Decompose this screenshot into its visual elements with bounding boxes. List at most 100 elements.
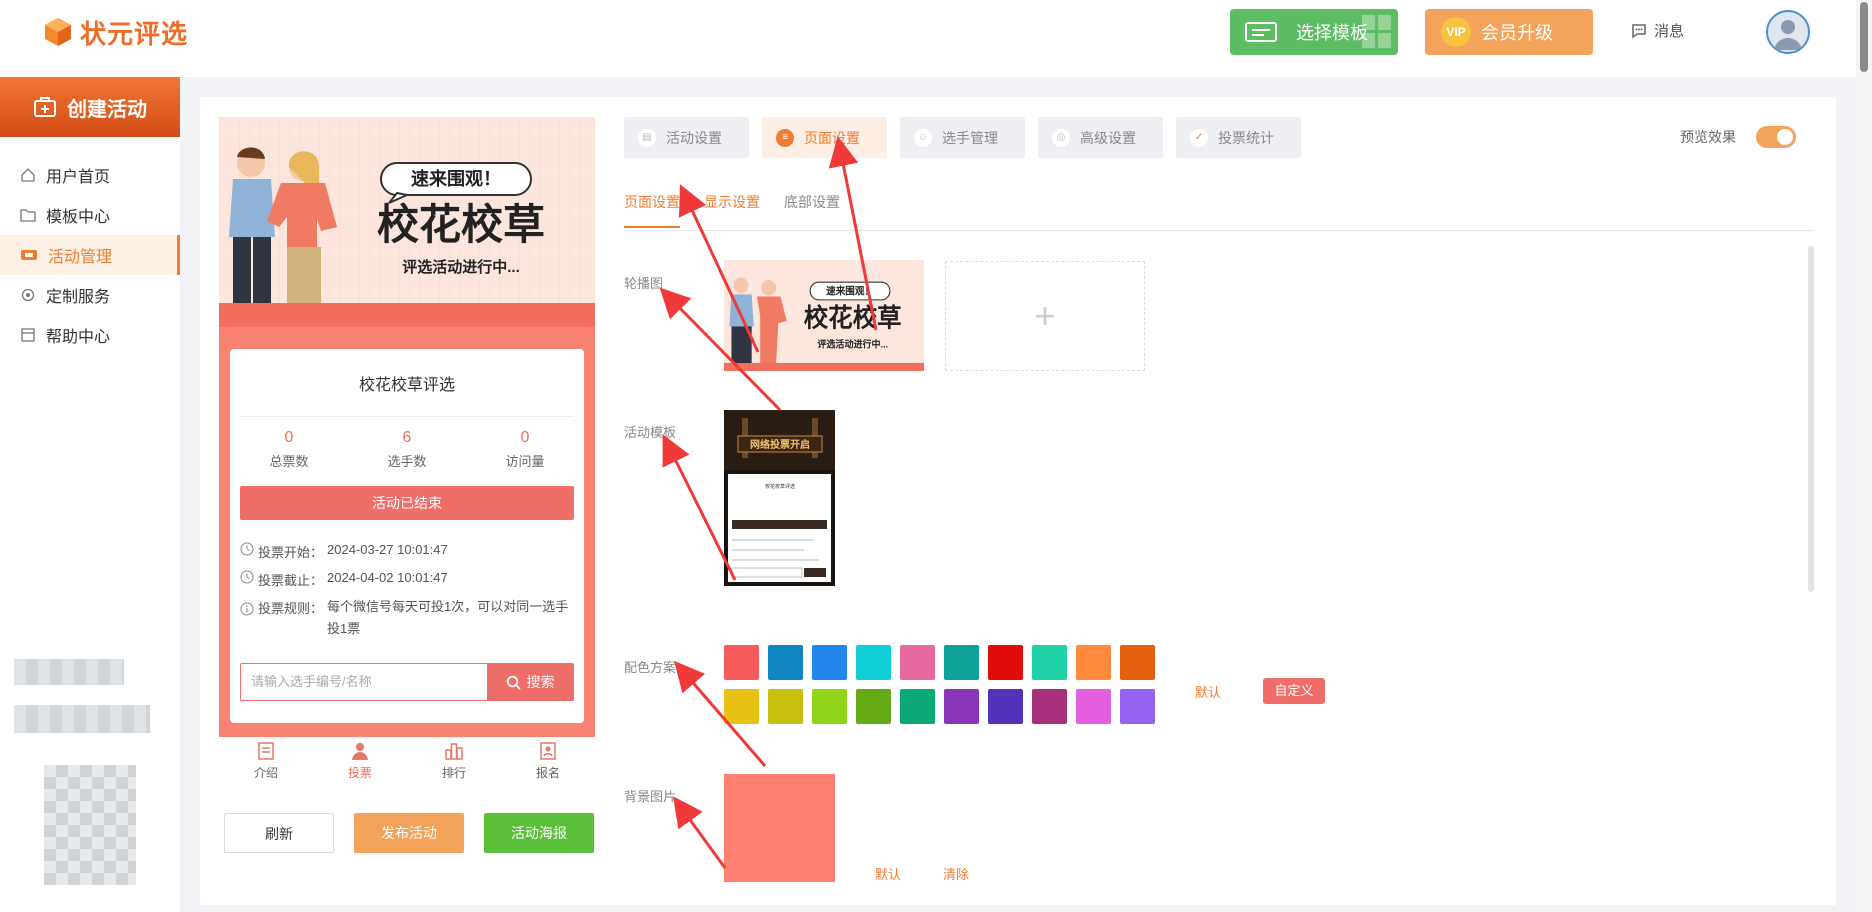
phone-tab-bar: 介绍 投票 排行 报名 [219,737,595,787]
stat-value: 0 [284,429,294,446]
color-swatch[interactable]: #10cfd6 [856,645,891,680]
create-activity-label: 创建活动 [67,98,147,121]
activity-status-banner: 活动已结束 [240,486,574,520]
subtab-footer-settings[interactable]: 底部设置 [784,192,840,228]
brand-logo[interactable]: 状元评选 [42,14,188,50]
color-swatch[interactable]: #f65b5b [724,645,759,680]
carousel-thumbnail[interactable]: 速来围观！ 校花校草 评选活动进行中... [724,260,924,371]
color-swatch[interactable]: #e35fe0 [1076,689,1111,724]
choose-template-button[interactable]: 选择模板 [1230,9,1398,55]
color-swatch[interactable]: #8b35b8 [944,689,979,724]
vip-upgrade-button[interactable]: VIP 会员升级 [1425,9,1593,55]
phone-tab-label: 投票 [347,766,372,780]
stats-row: 0 总票数 6 选手数 0 访问量 [230,429,584,470]
vip-badge-icon: VIP [1441,17,1471,47]
tab-advanced-settings[interactable]: ◎ 高级设置 [1038,117,1163,158]
background-image-preview[interactable] [724,774,835,882]
stat-visits: 0 访问量 [466,429,584,470]
color-swatch[interactable]: #e5600e [1120,645,1155,680]
search-button-label: 搜索 [526,674,555,690]
color-swatch[interactable]: #e00b0b [988,645,1023,680]
activity-poster-button[interactable]: 活动海报 [484,813,594,853]
user-avatar[interactable] [1766,10,1810,54]
color-swatch[interactable]: #2187ec [812,645,847,680]
background-default-button[interactable]: 默认 [875,864,901,883]
add-box-icon [34,97,56,117]
color-swatch[interactable]: #1fd3a6 [1032,645,1067,680]
sidebar-item-custom-service[interactable]: 定制服务 [0,275,180,315]
color-swatch[interactable]: #8fd31a [812,689,847,724]
sidebar: 创建活动 用户首页 模板中心 活动管理 定制服务 帮助中心 [0,77,180,912]
search-input[interactable]: 请输入选手编号/名称 [241,664,487,700]
settings-scrollbar[interactable] [1808,246,1814,592]
page-scrollbar-thumb[interactable] [1860,2,1868,72]
info-icon [240,602,254,616]
color-swatch[interactable]: #ff8a3b [1076,645,1111,680]
phone-tab-vote[interactable]: 投票 [313,737,407,787]
color-swatch[interactable]: #0fa29b [944,645,979,680]
sidebar-item-label: 模板中心 [46,209,111,226]
subtab-divider [624,230,1814,231]
folder-icon [20,209,36,222]
publish-activity-button[interactable]: 发布活动 [354,813,464,853]
color-swatch[interactable]: #c6c00f [768,689,803,724]
color-swatches: #f65b5b #0f84c0 #2187ec #10cfd6 #e869a0 #0fa2… [724,645,1155,724]
vote-start-info: 投票开始： 2024-03-27 10:01:47 [240,542,448,561]
messages-link[interactable]: 消息 [1630,20,1684,41]
carousel-illustration: 速来围观！ 校花校草 评选活动进行中... [729,277,902,363]
settings-tabs: ▤ 活动设置 ≡ 页面设置 ☺ 选手管理 ◎ 高级设置 ✓ 投票统计 [624,117,1301,158]
color-swatch[interactable]: #a8307a [1032,689,1067,724]
search-button[interactable]: 搜索 [487,664,573,700]
tab-activity-settings[interactable]: ▤ 活动设置 [624,117,749,158]
banner-title: 校花校草 [377,201,545,248]
vote-rule-info: 投票规则： 每个微信号每天可投1次，可以对同一选手投1票 [240,598,574,640]
document-icon [258,742,274,760]
subtab-page-settings[interactable]: 页面设置 [624,192,680,228]
color-swatch[interactable]: #e8c215 [724,689,759,724]
tab-contestant-management[interactable]: ☺ 选手管理 [900,117,1025,158]
template-thumbnail[interactable]: 网络投票开启 校花校草评选 [724,410,835,605]
blurred-info [14,659,124,685]
template-preview: 网络投票开启 校花校草评选 [724,410,835,605]
color-swatch[interactable]: #0aa877 [900,689,935,724]
color-custom-button[interactable]: 自定义 [1263,678,1325,704]
activity-title: 校花校草评选 [358,377,455,394]
search-bar: 请输入选手编号/名称 搜索 [240,663,574,701]
sidebar-item-help[interactable]: 帮助中心 [0,315,180,355]
template-icon [1245,22,1277,42]
color-default-button[interactable]: 默认 [1195,682,1221,701]
create-activity-button[interactable]: 创建活动 [0,77,180,137]
search-icon [506,675,521,690]
tab-vote-stats[interactable]: ✓ 投票统计 [1176,117,1301,158]
tab-page-settings[interactable]: ≡ 页面设置 [762,117,887,158]
phone-tab-rank[interactable]: 排行 [407,737,501,787]
preview-label: 预览效果 [1680,129,1736,145]
color-swatch[interactable]: #9463f1 [1120,689,1155,724]
phone-preview: 速来围观！ 校花校草 评选活动进行中... 校花校草评选 0 总票数 6 选手数… [219,117,595,737]
preview-toggle[interactable] [1756,126,1796,148]
color-swatch[interactable]: #5132b8 [988,689,1023,724]
color-swatch[interactable]: #0f84c0 [768,645,803,680]
choose-template-label: 选择模板 [1296,23,1368,43]
carousel-title: 校花校草 [804,303,902,333]
subtab-display-settings[interactable]: 显示设置 [704,192,760,228]
phone-tab-intro[interactable]: 介绍 [219,737,313,787]
add-carousel-image-button[interactable]: + [945,261,1145,371]
sidebar-item-templates[interactable]: 模板中心 [0,195,180,235]
phone-tab-label: 排行 [441,766,466,780]
carousel-bubble-text: 速来围观！ [826,284,874,297]
sidebar-item-activity-management[interactable]: 活动管理 [0,235,180,275]
gear-icon: ◎ [1052,128,1070,147]
page-scrollbar[interactable] [1856,0,1872,912]
ranking-icon [445,743,463,760]
refresh-button[interactable]: 刷新 [224,813,334,853]
stat-contestants: 6 选手数 [348,429,466,470]
color-swatch[interactable]: #64aa14 [856,689,891,724]
background-clear-button[interactable]: 清除 [943,864,969,883]
sidebar-item-home[interactable]: 用户首页 [0,155,180,195]
grid-deco-icon [1362,15,1391,48]
tab-label: 选手管理 [942,129,998,146]
color-swatch[interactable]: #e869a0 [900,645,935,680]
carousel-subtitle: 评选活动进行中... [817,338,888,349]
phone-tab-signup[interactable]: 报名 [501,737,595,787]
